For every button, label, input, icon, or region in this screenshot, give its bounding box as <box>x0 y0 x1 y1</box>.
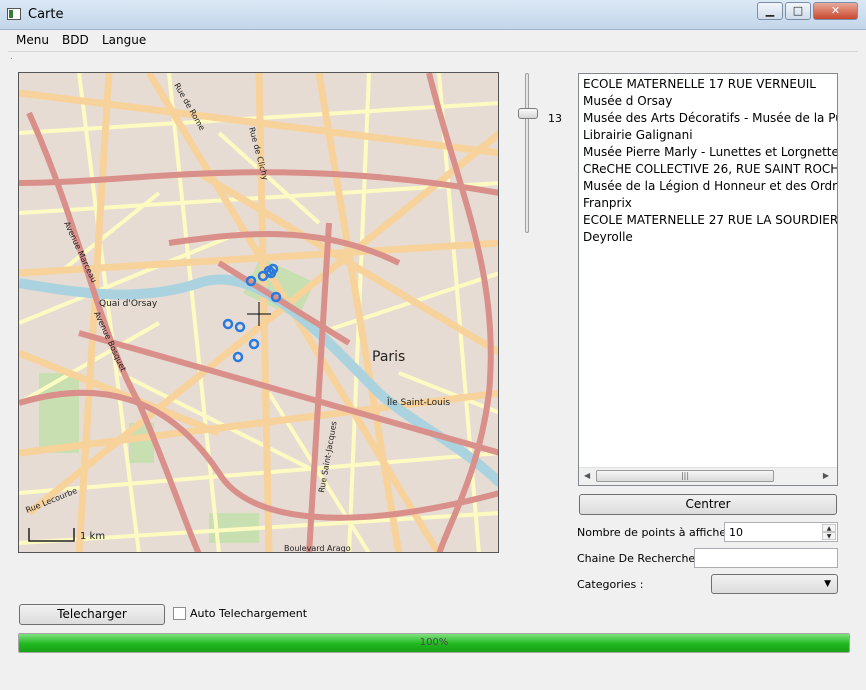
points-spinbox[interactable]: 10 ▲ ▼ <box>724 522 838 542</box>
list-item[interactable]: ECOLE MATERNELLE 17 RUE VERNEUIL <box>583 77 816 91</box>
scale-label: 1 km <box>80 531 105 542</box>
menu-item-langue[interactable]: Langue <box>102 33 146 47</box>
map-label-paris: Paris <box>372 349 405 365</box>
points-value[interactable]: 10 <box>729 526 743 539</box>
scroll-right-icon[interactable]: ▶ <box>823 471 829 480</box>
list-item[interactable]: Musée de la Légion d Honneur et des Ordr… <box>583 179 837 193</box>
park-area <box>39 373 79 453</box>
list-item[interactable]: Musée des Arts Décoratifs - Musée de la … <box>583 111 837 125</box>
horizontal-scrollbar[interactable]: ◀ ||| ▶ <box>579 467 837 485</box>
auto-download-checkbox[interactable] <box>173 607 186 620</box>
scroll-thumb[interactable]: ||| <box>596 470 774 482</box>
spin-down-icon[interactable]: ▼ <box>822 532 836 540</box>
window-title: Carte <box>28 7 64 22</box>
zoom-slider-handle[interactable] <box>518 108 538 119</box>
map-canvas[interactable]: Quai d'Orsay Paris Île Saint-Louis Rue L… <box>19 73 499 553</box>
toolbar-separator: . <box>8 51 858 64</box>
list-item[interactable]: Musée d Orsay <box>583 94 672 108</box>
center-button[interactable]: Centrer <box>579 494 837 515</box>
menu-item-bdd[interactable]: BDD <box>62 33 89 47</box>
categories-dropdown[interactable]: ▼ <box>711 574 838 594</box>
map-view[interactable]: Quai d'Orsay Paris Île Saint-Louis Rue L… <box>18 72 499 553</box>
chevron-down-icon: ▼ <box>824 579 831 589</box>
menu-item-menu[interactable]: Menu <box>16 33 49 47</box>
zoom-slider-track[interactable] <box>525 73 529 233</box>
results-list[interactable]: ECOLE MATERNELLE 17 RUE VERNEUIL Musée d… <box>578 73 838 486</box>
spin-up-icon[interactable]: ▲ <box>822 524 836 532</box>
menu-bar: Menu BDD Langue <box>0 30 866 50</box>
list-item[interactable]: CReCHE COLLECTIVE 26, RUE SAINT ROCH <box>583 162 837 176</box>
map-label-quai: Quai d'Orsay <box>99 299 158 309</box>
download-button[interactable]: Telecharger <box>19 604 165 625</box>
list-item[interactable]: ECOLE MATERNELLE 27 RUE LA SOURDIERE <box>583 213 837 227</box>
search-input[interactable] <box>694 548 838 568</box>
categories-label: Categories : <box>577 578 644 591</box>
list-item[interactable]: Musée Pierre Marly - Lunettes et Lorgnet… <box>583 145 837 159</box>
download-progress-bar: 100% <box>18 633 850 653</box>
list-item[interactable]: Franprix <box>583 196 632 210</box>
map-label-boulevard-arago: Boulevard Arago <box>284 544 351 553</box>
list-item[interactable]: Librairie Galignani <box>583 128 693 142</box>
map-label-ile: Île Saint-Louis <box>386 396 450 408</box>
close-button[interactable]: ✕ <box>813 2 858 20</box>
search-label: Chaine De Recherche : <box>577 552 703 565</box>
app-icon <box>7 8 21 20</box>
title-bar: Carte ▁ □ ✕ <box>0 0 866 30</box>
points-label: Nombre de points à afficher : <box>577 526 738 539</box>
maximize-button[interactable]: □ <box>785 2 811 20</box>
progress-text: 100% <box>419 637 449 648</box>
auto-download-label: Auto Telechargement <box>190 607 308 620</box>
zoom-level-label: 13 <box>548 112 562 125</box>
list-item[interactable]: Deyrolle <box>583 230 633 244</box>
scroll-left-icon[interactable]: ◀ <box>584 471 590 480</box>
minimize-button[interactable]: ▁ <box>757 2 783 20</box>
